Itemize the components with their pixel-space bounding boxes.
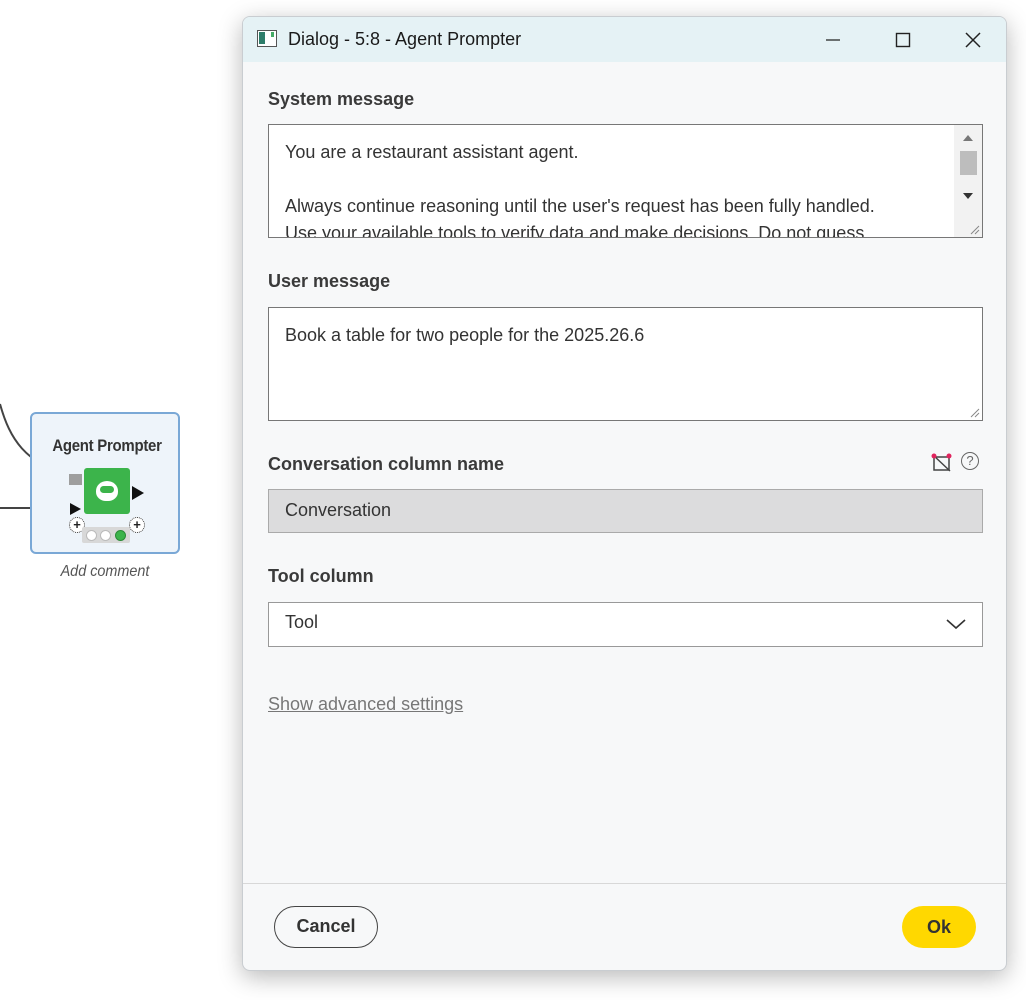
agent-prompter-node[interactable]: Agent Prompter + + [30, 412, 180, 554]
system-message-line: Use your available tools to verify data … [285, 223, 870, 238]
ok-button[interactable]: Ok [902, 906, 976, 948]
conversation-column-field[interactable]: Conversation [268, 489, 983, 533]
system-message-textarea[interactable]: You are a restaurant assistant agent. Al… [268, 124, 983, 238]
workflow-canvas[interactable]: Agent Prompter + + Add comment [0, 0, 240, 1000]
tool-column-select[interactable]: Tool [268, 602, 983, 647]
status-light-red [85, 529, 97, 541]
system-message-scrollbar[interactable] [954, 125, 982, 237]
close-icon [965, 31, 981, 48]
system-message-label: System message [268, 89, 415, 109]
agent-icon[interactable] [84, 468, 130, 514]
user-message-textarea[interactable]: Book a table for two people for the 2025… [268, 307, 983, 421]
resize-grip-icon[interactable] [968, 223, 980, 235]
conversation-column-label: Conversation column name [268, 454, 505, 474]
show-advanced-settings-link[interactable]: Show advanced settings [268, 694, 463, 715]
output-port[interactable] [132, 486, 144, 500]
system-message-line: Always continue reasoning until the user… [285, 196, 875, 216]
maximize-button[interactable] [868, 17, 938, 62]
maximize-icon [895, 32, 911, 47]
dialog-title: Dialog - 5:8 - Agent Prompter [288, 29, 522, 49]
app-icon [257, 30, 277, 47]
flow-variable-icon[interactable] [931, 453, 953, 473]
tool-column-label: Tool column [268, 566, 374, 586]
add-comment-label[interactable]: Add comment [38, 563, 173, 581]
help-icon[interactable]: ? [961, 452, 979, 470]
dialog-titlebar[interactable]: Dialog - 5:8 - Agent Prompter [243, 17, 1006, 62]
system-message-line: You are a restaurant assistant agent. [285, 142, 579, 162]
close-button[interactable] [938, 17, 1006, 62]
user-message-label: User message [268, 271, 391, 291]
add-output-port-icon[interactable]: + [129, 517, 145, 533]
footer-divider [243, 883, 1006, 884]
chevron-down-icon [946, 619, 966, 630]
scroll-up-icon[interactable] [963, 135, 973, 141]
node-dialog: Dialog - 5:8 - Agent Prompter System mes… [242, 16, 1007, 971]
scroll-thumb[interactable] [960, 151, 977, 175]
cancel-button[interactable]: Cancel [274, 906, 378, 948]
minimize-icon [826, 38, 840, 41]
resize-grip-icon[interactable] [968, 406, 980, 418]
user-message-value: Book a table for two people for the 2025… [285, 325, 645, 345]
tool-column-selected: Tool [285, 612, 319, 632]
minimize-button[interactable] [798, 17, 868, 62]
node-status-indicator [82, 527, 130, 543]
system-message-line [285, 166, 942, 193]
model-input-port[interactable] [69, 474, 82, 485]
status-light-yellow [100, 529, 112, 541]
scroll-down-icon[interactable] [963, 193, 973, 199]
status-light-green [115, 529, 127, 541]
conversation-column-value: Conversation [285, 500, 392, 520]
table-input-port[interactable] [70, 503, 81, 515]
node-title: Agent Prompter [52, 436, 162, 455]
